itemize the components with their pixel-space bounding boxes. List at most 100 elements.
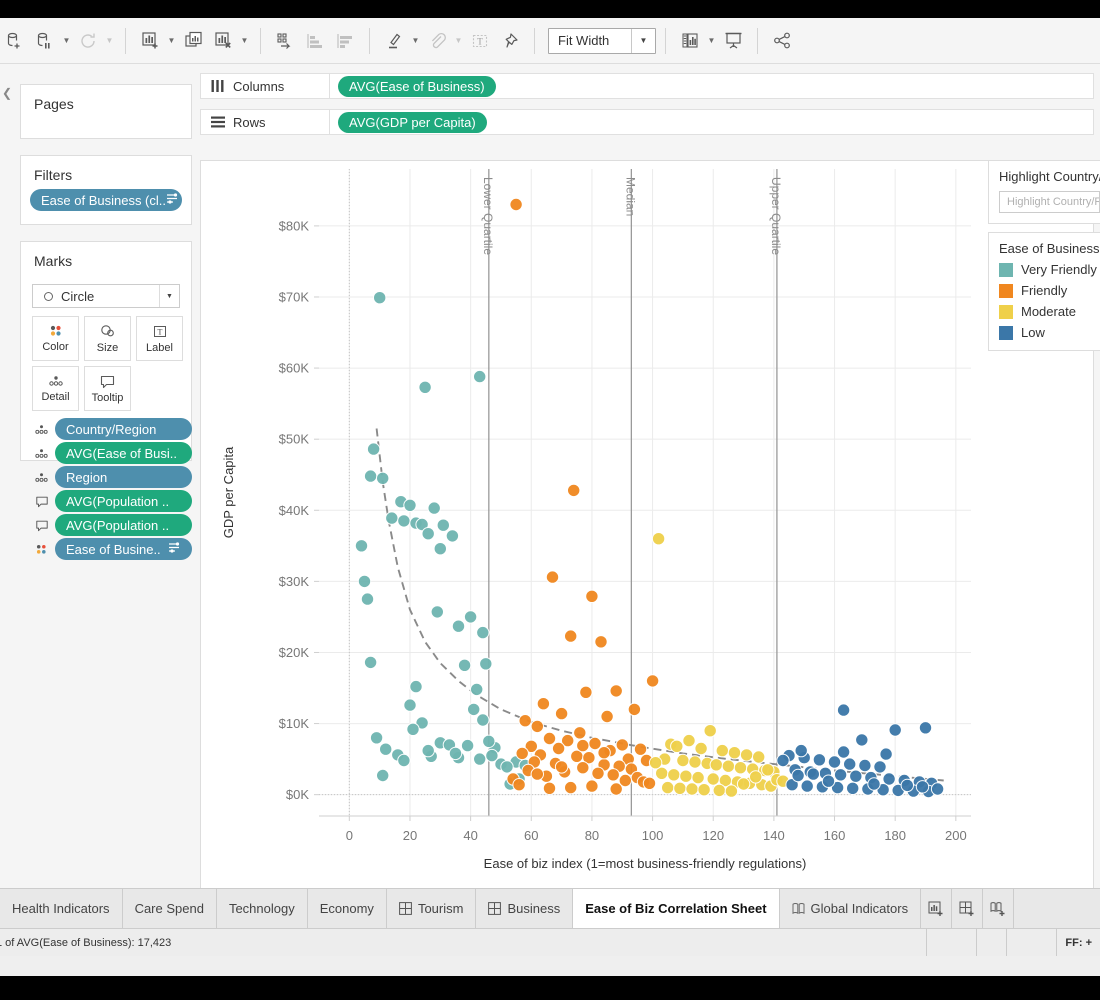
data-point[interactable]: [585, 779, 599, 793]
data-point[interactable]: [918, 721, 933, 735]
chart-canvas[interactable]: Lower Quartile Median Upper Quartile $0K $10…: [200, 160, 1094, 892]
data-point[interactable]: [667, 768, 681, 782]
data-point[interactable]: [573, 726, 587, 740]
mark-pill-avg-population-1[interactable]: AVG(Population ..: [55, 490, 192, 512]
sort-descending-icon[interactable]: [330, 26, 360, 56]
data-point[interactable]: [551, 741, 566, 756]
data-point[interactable]: [357, 574, 372, 589]
collapse-sidebar-icon[interactable]: ❮: [2, 86, 12, 100]
data-point[interactable]: [482, 734, 496, 748]
sheet-tab-economy[interactable]: Economy: [307, 889, 387, 928]
data-point[interactable]: [715, 743, 729, 758]
data-point[interactable]: [794, 743, 808, 758]
data-point[interactable]: [360, 592, 375, 606]
refresh-data-source-icon[interactable]: [73, 26, 103, 56]
chevron-down-icon[interactable]: ▼: [159, 285, 179, 307]
data-point[interactable]: [609, 684, 623, 698]
data-point[interactable]: [463, 610, 478, 624]
data-point[interactable]: [833, 768, 848, 782]
data-point[interactable]: [736, 777, 751, 791]
data-point[interactable]: [433, 542, 448, 556]
data-point[interactable]: [591, 766, 605, 780]
data-point[interactable]: [930, 782, 945, 796]
data-point[interactable]: [609, 782, 623, 796]
mark-pill-country-region[interactable]: Country/Region: [55, 418, 192, 440]
mark-pill-avg-population-2[interactable]: AVG(Population ..: [55, 514, 192, 536]
data-point[interactable]: [509, 197, 523, 212]
sheet-tab-care-spend[interactable]: Care Spend: [122, 889, 217, 928]
data-point[interactable]: [673, 781, 687, 795]
data-point[interactable]: [739, 748, 754, 762]
data-point[interactable]: [615, 738, 629, 752]
data-point[interactable]: [776, 753, 790, 768]
data-point[interactable]: [376, 768, 390, 783]
sheet-tab-health-indicators[interactable]: Health Indicators: [0, 889, 123, 928]
legend-item-low[interactable]: Low: [999, 325, 1100, 340]
sheet-tab-ease-of-biz-correlation-sheet[interactable]: Ease of Biz Correlation Sheet: [573, 889, 780, 928]
data-point[interactable]: [354, 539, 369, 553]
data-point[interactable]: [542, 781, 557, 795]
share-icon[interactable]: [767, 26, 797, 56]
data-point[interactable]: [849, 769, 863, 783]
data-point[interactable]: [512, 778, 526, 792]
data-point[interactable]: [445, 529, 460, 543]
marks-tooltip-button[interactable]: Tooltip: [84, 366, 131, 411]
presentation-mode-icon[interactable]: [718, 26, 748, 56]
mark-pill-row[interactable]: AVG(Population ..: [32, 489, 192, 513]
mark-pill-row[interactable]: Region: [32, 465, 192, 489]
show-me-caret[interactable]: ▼: [705, 26, 718, 56]
columns-pill-avg-ease-of-business[interactable]: AVG(Ease of Business): [338, 75, 496, 97]
mark-pill-row[interactable]: Country/Region: [32, 417, 192, 441]
data-point[interactable]: [900, 778, 914, 793]
marks-color-button[interactable]: Color: [32, 316, 79, 361]
swap-rows-columns-icon[interactable]: [270, 26, 300, 56]
data-point[interactable]: [376, 471, 390, 485]
data-point[interactable]: [873, 760, 887, 774]
data-point[interactable]: [761, 763, 775, 777]
data-point[interactable]: [645, 674, 660, 688]
data-point[interactable]: [676, 753, 690, 768]
data-point[interactable]: [567, 483, 581, 498]
marks-detail-button[interactable]: Detail: [32, 366, 79, 411]
data-point[interactable]: [651, 532, 666, 546]
legend-item-very-friendly[interactable]: Very Friendly: [999, 262, 1100, 277]
data-point[interactable]: [858, 758, 872, 773]
clear-sheet-icon[interactable]: [208, 26, 238, 56]
highlight-caret[interactable]: ▼: [409, 26, 422, 56]
filter-pill-ease-of-business[interactable]: Ease of Business (cl..: [30, 189, 182, 211]
data-point[interactable]: [585, 589, 599, 603]
data-point[interactable]: [515, 746, 529, 761]
paperclip-caret[interactable]: ▼: [452, 26, 465, 56]
data-point[interactable]: [846, 781, 860, 795]
mark-pill-row[interactable]: Ease of Busine..: [32, 537, 192, 561]
data-point[interactable]: [363, 469, 378, 483]
filter-icon[interactable]: [168, 541, 181, 557]
text-box-icon[interactable]: T: [465, 26, 495, 56]
rows-pill-avg-gdp-per-capita[interactable]: AVG(GDP per Capita): [338, 111, 487, 133]
sort-ascending-icon[interactable]: [300, 26, 330, 56]
data-point[interactable]: [682, 733, 696, 748]
data-point[interactable]: [594, 635, 608, 649]
data-point[interactable]: [554, 706, 569, 721]
new-worksheet-icon[interactable]: [135, 26, 165, 56]
data-point[interactable]: [712, 783, 726, 798]
data-point[interactable]: [855, 733, 869, 747]
data-point[interactable]: [827, 755, 842, 769]
data-point[interactable]: [406, 722, 420, 736]
data-point[interactable]: [451, 619, 466, 633]
paperclip-icon[interactable]: [422, 26, 452, 56]
data-point[interactable]: [554, 760, 569, 774]
data-point[interactable]: [679, 769, 693, 783]
data-point[interactable]: [467, 702, 481, 717]
sheet-tab-technology[interactable]: Technology: [216, 889, 308, 928]
refresh-dropdown-caret[interactable]: ▼: [103, 26, 116, 56]
scatter-plot[interactable]: Lower Quartile Median Upper Quartile $0K $10…: [201, 161, 983, 921]
new-story-tab-button[interactable]: [983, 889, 1015, 928]
pause-dropdown-caret[interactable]: ▼: [60, 26, 73, 56]
filter-icon[interactable]: [166, 192, 179, 208]
data-point[interactable]: [661, 780, 675, 795]
data-point[interactable]: [373, 291, 387, 305]
data-point[interactable]: [727, 746, 742, 760]
data-point[interactable]: [800, 779, 814, 793]
data-point[interactable]: [403, 498, 417, 512]
